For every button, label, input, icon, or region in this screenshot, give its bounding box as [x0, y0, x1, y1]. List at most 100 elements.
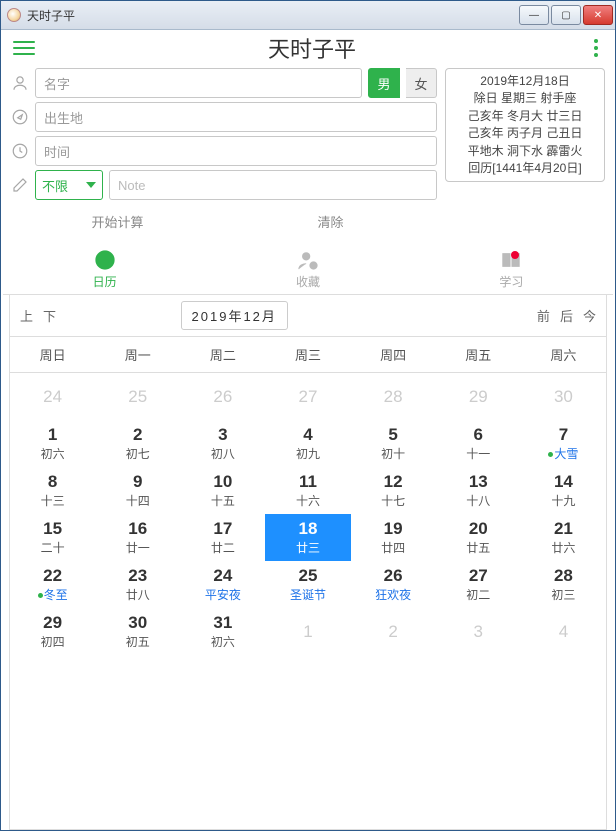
start-calc-button[interactable]: 开始计算 — [11, 206, 224, 237]
calendar-cell[interactable]: 18廿三 — [265, 514, 350, 561]
calendar-cell[interactable]: 5初十 — [351, 420, 436, 467]
cell-day: 23 — [128, 567, 147, 584]
calendar-cell[interactable]: 21廿六 — [521, 514, 606, 561]
close-button[interactable]: ✕ — [583, 5, 613, 25]
calendar-cell[interactable]: 2 — [351, 608, 436, 655]
cell-sub: 冬至 — [38, 586, 68, 603]
clear-button[interactable]: 清除 — [224, 206, 437, 237]
gender-female-button[interactable]: 女 — [406, 68, 437, 98]
cell-day: 3 — [218, 426, 227, 443]
cell-sub: 初五 — [126, 633, 150, 650]
calendar-cell[interactable]: 29 — [436, 373, 521, 420]
cell-day: 29 — [469, 388, 488, 405]
calendar-cell[interactable]: 11 十六 — [265, 467, 350, 514]
input-panel: 名字 男 女 出生地 时间 不限 Note 开始计 — [3, 66, 613, 239]
calendar-cell[interactable]: 30 初五 — [95, 608, 180, 655]
minimize-button[interactable]: — — [519, 5, 549, 25]
calendar-cell[interactable]: 13十八 — [436, 467, 521, 514]
tab-calendar[interactable]: 日历 — [3, 243, 206, 294]
cell-day: 27 — [469, 567, 488, 584]
tab-label: 学习 — [499, 273, 523, 290]
calendar-cell[interactable]: 27 — [265, 373, 350, 420]
calendar-cell[interactable]: 29 初四 — [10, 608, 95, 655]
calendar-cell[interactable]: 31初六 — [180, 608, 265, 655]
calendar-cell[interactable]: 15二十 — [10, 514, 95, 561]
maximize-button[interactable]: ▢ — [551, 5, 581, 25]
calendar-cell[interactable]: 3 — [436, 608, 521, 655]
calendar-cell[interactable]: 24平安夜 — [180, 561, 265, 608]
cell-day: 25 — [299, 567, 318, 584]
overflow-menu-icon[interactable] — [589, 39, 603, 57]
calendar-cell[interactable]: 2 初七 — [95, 420, 180, 467]
app-window: 天时子平 — ▢ ✕ 天时子平 名字 男 女 出生地 — [0, 0, 616, 831]
calendar-cell[interactable]: 17廿二 — [180, 514, 265, 561]
cell-day: 6 — [474, 426, 483, 443]
note-input[interactable]: Note — [109, 170, 437, 200]
birthplace-input[interactable]: 出生地 — [35, 102, 437, 132]
month-selector[interactable]: 2019年12月 — [181, 301, 288, 330]
calendar-cell[interactable]: 3初八 — [180, 420, 265, 467]
nav-next-page[interactable]: 下 — [43, 306, 56, 325]
calendar-cell[interactable]: 1初六 — [10, 420, 95, 467]
time-input[interactable]: 时间 — [35, 136, 437, 166]
cell-day: 11 — [299, 473, 317, 490]
cell-day: 1 — [303, 623, 312, 640]
calendar-cell[interactable]: 7大雪 — [521, 420, 606, 467]
nav-prev[interactable]: 前 — [537, 306, 550, 325]
menu-icon[interactable] — [13, 41, 35, 55]
cell-sub: 初七 — [126, 445, 150, 462]
cell-day: 27 — [299, 388, 318, 405]
nav-next[interactable]: 后 — [560, 306, 573, 325]
calendar-cell[interactable]: 8十三 — [10, 467, 95, 514]
notification-dot-icon — [511, 251, 519, 259]
cell-sub: 十六 — [296, 492, 320, 509]
calendar-cell[interactable]: 4初九 — [265, 420, 350, 467]
cell-sub: 初四 — [41, 633, 65, 650]
cell-sub: 狂欢夜 — [375, 586, 411, 603]
limit-select-label: 不限 — [42, 176, 68, 195]
cell-day: 29 — [43, 614, 62, 631]
calendar-cell[interactable]: 28初三 — [521, 561, 606, 608]
nav-prev-page[interactable]: 上 — [20, 306, 33, 325]
limit-select[interactable]: 不限 — [35, 170, 103, 200]
info-line: 除日 星期三 射手座 — [450, 90, 600, 107]
cell-day: 3 — [474, 623, 483, 640]
calendar-cell[interactable]: 14十九 — [521, 467, 606, 514]
calendar-cell[interactable]: 6十一 — [436, 420, 521, 467]
gender-male-button[interactable]: 男 — [368, 68, 400, 98]
calendar-cell[interactable]: 20廿五 — [436, 514, 521, 561]
calendar-cell[interactable]: 25圣诞节 — [265, 561, 350, 608]
calendar-cell[interactable]: 26狂欢夜 — [351, 561, 436, 608]
weekday-label: 周三 — [265, 337, 350, 372]
calendar-cell[interactable]: 22冬至 — [10, 561, 95, 608]
calendar-cell[interactable]: 30 — [521, 373, 606, 420]
name-input[interactable]: 名字 — [35, 68, 362, 98]
calendar-cell[interactable]: 10十五 — [180, 467, 265, 514]
cell-day: 28 — [554, 567, 573, 584]
calendar-cell[interactable]: 1 — [265, 608, 350, 655]
action-row: 开始计算 清除 — [11, 206, 437, 237]
nav-today[interactable]: 今 — [583, 306, 596, 325]
calendar-cell[interactable]: 19廿四 — [351, 514, 436, 561]
tab-study[interactable]: 学习 — [410, 243, 613, 294]
calendar-cell[interactable]: 16廿一 — [95, 514, 180, 561]
calendar-cell[interactable]: 9十四 — [95, 467, 180, 514]
calendar-cell[interactable]: 23廿八 — [95, 561, 180, 608]
cell-day: 30 — [128, 614, 147, 631]
cell-sub: 十七 — [381, 492, 405, 509]
calendar-cell[interactable]: 24 — [10, 373, 95, 420]
app-header: 天时子平 — [3, 30, 613, 66]
calendar-cell[interactable]: 26 — [180, 373, 265, 420]
cell-day: 13 — [469, 473, 488, 490]
cell-day: 4 — [303, 426, 312, 443]
calendar-cell[interactable]: 27初二 — [436, 561, 521, 608]
calendar-cell[interactable]: 25 — [95, 373, 180, 420]
cell-day: 2 — [133, 426, 142, 443]
cell-day: 8 — [48, 473, 57, 490]
calendar-cell[interactable]: 12十七 — [351, 467, 436, 514]
calendar-cell[interactable]: 28 — [351, 373, 436, 420]
calendar-cell[interactable]: 4 — [521, 608, 606, 655]
favorites-icon — [297, 249, 319, 271]
tab-favorites[interactable]: 收藏 — [206, 243, 409, 294]
window-title: 天时子平 — [27, 7, 75, 24]
